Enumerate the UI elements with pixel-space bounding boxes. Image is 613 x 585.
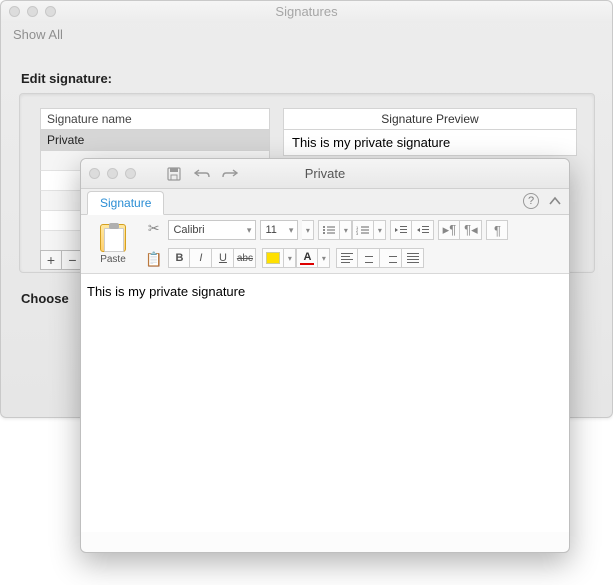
underline-button[interactable]: U bbox=[212, 248, 234, 268]
align-right-button[interactable] bbox=[380, 248, 402, 268]
minimize-icon[interactable] bbox=[27, 6, 38, 17]
back-titlebar: Signatures bbox=[1, 1, 612, 23]
close-icon[interactable] bbox=[9, 6, 20, 17]
add-signature-button[interactable]: + bbox=[40, 250, 62, 270]
font-color-button[interactable]: A bbox=[296, 248, 318, 268]
signature-row-private[interactable]: Private bbox=[40, 130, 270, 151]
show-pilcrow-button[interactable]: ¶ bbox=[486, 220, 508, 240]
editor-traffic-lights bbox=[89, 168, 136, 179]
show-all-button[interactable]: Show All bbox=[9, 25, 67, 44]
copy-icon[interactable]: 📋 bbox=[145, 251, 162, 268]
paste-group: Paste bbox=[87, 224, 139, 265]
number-list-button[interactable]: 123 bbox=[352, 220, 374, 240]
signature-name-header: Signature name bbox=[40, 108, 270, 130]
zoom-icon[interactable] bbox=[125, 168, 136, 179]
highlight-button[interactable] bbox=[262, 248, 284, 268]
traffic-lights bbox=[9, 6, 56, 17]
save-icon[interactable] bbox=[166, 166, 182, 182]
redo-icon[interactable] bbox=[222, 166, 238, 182]
font-select[interactable]: Calibri▾ bbox=[168, 220, 256, 240]
bullet-list-button[interactable] bbox=[318, 220, 340, 240]
indent-button[interactable] bbox=[412, 220, 434, 240]
rtl-button[interactable]: ¶◂ bbox=[460, 220, 482, 240]
zoom-icon[interactable] bbox=[45, 6, 56, 17]
signature-editor-window: Private Signature ? Paste ✂ 📋 Calibri▾ 1 bbox=[80, 158, 570, 553]
ltr-button[interactable]: ▸¶ bbox=[438, 220, 460, 240]
choose-label: Choose bbox=[21, 291, 69, 306]
number-list-dropdown[interactable]: ▾ bbox=[374, 220, 386, 240]
font-size-select[interactable]: 11▾ bbox=[260, 220, 298, 240]
help-icon[interactable]: ? bbox=[523, 193, 539, 209]
signature-preview: Signature Preview This is my private sig… bbox=[283, 108, 577, 156]
strike-button[interactable]: abc bbox=[234, 248, 256, 268]
tab-signature[interactable]: Signature bbox=[87, 191, 164, 215]
minimize-icon[interactable] bbox=[107, 168, 118, 179]
collapse-ribbon-icon[interactable] bbox=[549, 196, 561, 206]
editor-title: Private bbox=[81, 166, 569, 181]
undo-icon[interactable] bbox=[194, 166, 210, 182]
tab-strip: Signature ? bbox=[81, 189, 569, 215]
align-left-button[interactable] bbox=[336, 248, 358, 268]
quick-toolbar bbox=[166, 166, 238, 182]
clipboard-icon[interactable] bbox=[100, 224, 126, 252]
close-icon[interactable] bbox=[89, 168, 100, 179]
align-center-button[interactable] bbox=[358, 248, 380, 268]
align-justify-button[interactable] bbox=[402, 248, 424, 268]
bold-button[interactable]: B bbox=[168, 248, 190, 268]
svg-text:3: 3 bbox=[356, 231, 359, 235]
highlight-dropdown[interactable]: ▾ bbox=[284, 248, 296, 268]
preview-header: Signature Preview bbox=[283, 108, 577, 130]
font-color-dropdown[interactable]: ▾ bbox=[318, 248, 330, 268]
editor-textarea[interactable]: This is my private signature bbox=[81, 274, 569, 532]
cut-icon[interactable]: ✂ bbox=[148, 220, 160, 237]
window-title: Signatures bbox=[275, 4, 337, 19]
ribbon: Paste ✂ 📋 Calibri▾ 11▾ ▾ ▾ bbox=[81, 215, 569, 274]
italic-button[interactable]: I bbox=[190, 248, 212, 268]
preview-body: This is my private signature bbox=[283, 130, 577, 156]
paste-label: Paste bbox=[100, 254, 126, 265]
outdent-button[interactable] bbox=[390, 220, 412, 240]
font-size-stepper[interactable]: ▾ bbox=[302, 220, 314, 240]
bullet-list-dropdown[interactable]: ▾ bbox=[340, 220, 352, 240]
editor-titlebar: Private bbox=[81, 159, 569, 189]
edit-signature-label: Edit signature: bbox=[21, 71, 112, 86]
